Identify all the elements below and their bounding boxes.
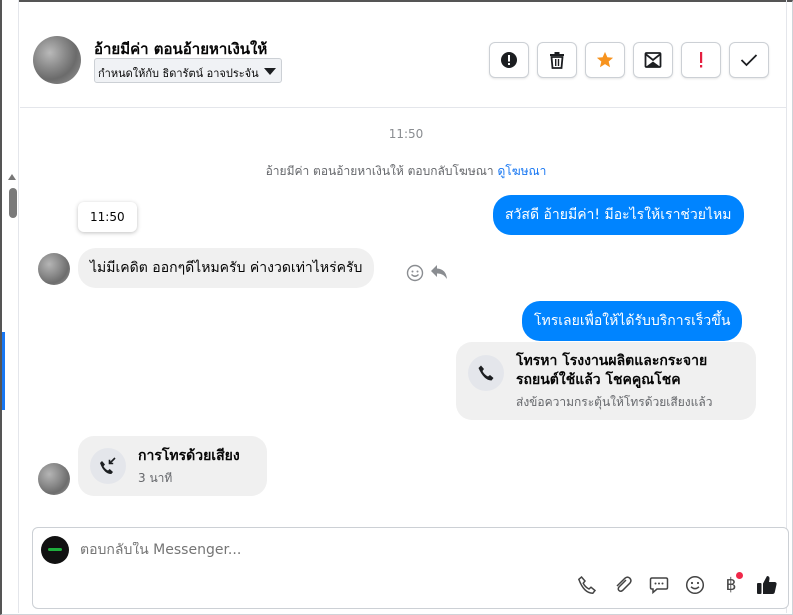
- active-indicator: [2, 332, 5, 410]
- archive-button[interactable]: [633, 42, 673, 78]
- follow-up-button[interactable]: [681, 42, 721, 78]
- speech-bubble-icon: [649, 577, 669, 595]
- call-button[interactable]: [575, 573, 599, 597]
- archive-envelope-icon: [644, 52, 662, 68]
- exclamation-icon: [700, 52, 703, 68]
- star-icon: [596, 51, 614, 68]
- emoji-icon: [685, 575, 705, 595]
- voice-call-title: การโทรด้วยเสียง: [138, 448, 240, 464]
- phone-icon: [577, 575, 597, 595]
- phone-circle: [468, 355, 504, 391]
- thumbs-up-icon: [757, 576, 777, 594]
- scrollbar-thumb[interactable]: [9, 188, 17, 218]
- react-emoji-icon[interactable]: [406, 264, 424, 282]
- notification-dot: [736, 572, 743, 579]
- phone-icon: [478, 365, 494, 381]
- timestamp: 11:50: [388, 127, 424, 141]
- outgoing-message[interactable]: สวัสดี อ้ายมีค่า! มีอะไรให้เราช่วยไหม: [493, 195, 744, 235]
- attach-button[interactable]: [611, 573, 635, 597]
- call-prompt-card[interactable]: โทรหา โรงงานผลิตและกระจาย รถยนต์ใช้แล้ว …: [456, 342, 756, 420]
- assignee-select[interactable]: กำหนดให้กับ ธิดารัตน์ อาจประจัน: [94, 58, 282, 83]
- outgoing-message[interactable]: โทรเลยเพื่อให้ได้รับบริการเร็วขึ้น: [522, 301, 743, 341]
- reply-arrow-icon[interactable]: [430, 264, 448, 280]
- ad-reply-note: อ้ายมีค่า ตอนอ้ายหาเงินให้ ตอบกลับโฆษณา …: [20, 162, 786, 181]
- saved-replies-button[interactable]: [647, 573, 671, 597]
- scroll-up-arrow-icon[interactable]: [8, 174, 16, 180]
- incoming-message[interactable]: ไม่มีเคดิต ออกๆดีไหมครับ ค่างวดเท่าไหร่ค…: [78, 248, 375, 288]
- left-sidebar-strip: [2, 0, 19, 613]
- incoming-call-icon: [100, 457, 116, 474]
- missed-call-circle: [90, 448, 126, 484]
- mark-done-button[interactable]: [729, 42, 769, 78]
- contact-avatar-small[interactable]: [38, 463, 70, 495]
- alert-circle-icon: [501, 52, 517, 68]
- star-button[interactable]: [585, 42, 625, 78]
- contact-avatar-small[interactable]: [38, 253, 70, 285]
- header-actions: [489, 42, 769, 78]
- like-button[interactable]: [755, 573, 779, 597]
- emoji-button[interactable]: [683, 573, 707, 597]
- check-icon: [740, 54, 758, 67]
- voice-call-duration: 3 นาที: [138, 471, 173, 485]
- paperclip-icon: [616, 576, 632, 592]
- ad-reply-text: อ้ายมีค่า ตอนอ้ายหาเงินให้ ตอบกลับโฆษณา: [265, 164, 494, 178]
- contact-avatar[interactable]: [33, 36, 81, 84]
- call-prompt-title-line2: รถยนต์ใช้แล้ว โชคคูณโชค: [516, 372, 681, 388]
- right-divider: [786, 0, 787, 613]
- reply-composer: ฿: [32, 527, 789, 609]
- conversation-header: อ้ายมีค่า ตอนอ้ายหาเงินให้ กำหนดให้กับ ธ…: [20, 10, 786, 108]
- mark-spam-button[interactable]: [489, 42, 529, 78]
- page-avatar: [41, 536, 69, 564]
- caret-down-icon: [264, 68, 276, 75]
- call-prompt-title-line1: โทรหา โรงงานผลิตและกระจาย: [516, 353, 708, 369]
- payment-button[interactable]: ฿: [719, 572, 743, 597]
- assignee-label: กำหนดให้กับ ธิดารัตน์ อาจประจัน: [98, 67, 259, 80]
- reply-input[interactable]: [80, 542, 580, 558]
- voice-call-card[interactable]: การโทรด้วยเสียง 3 นาที: [78, 436, 267, 496]
- view-ad-link[interactable]: ดูโฆษณา: [497, 164, 546, 178]
- baht-icon: ฿: [725, 575, 737, 595]
- composer-toolbar: ฿: [575, 572, 779, 598]
- message-thread: 11:50 อ้ายมีค่า ตอนอ้ายหาเงินให้ ตอบกลับ…: [20, 109, 786, 517]
- call-prompt-subtitle: ส่งข้อความกระตุ้นให้โทรด้วยเสียงแล้ว: [516, 395, 713, 409]
- trash-icon: [550, 52, 564, 69]
- delete-button[interactable]: [537, 42, 577, 78]
- message-time-tooltip: 11:50: [78, 202, 137, 232]
